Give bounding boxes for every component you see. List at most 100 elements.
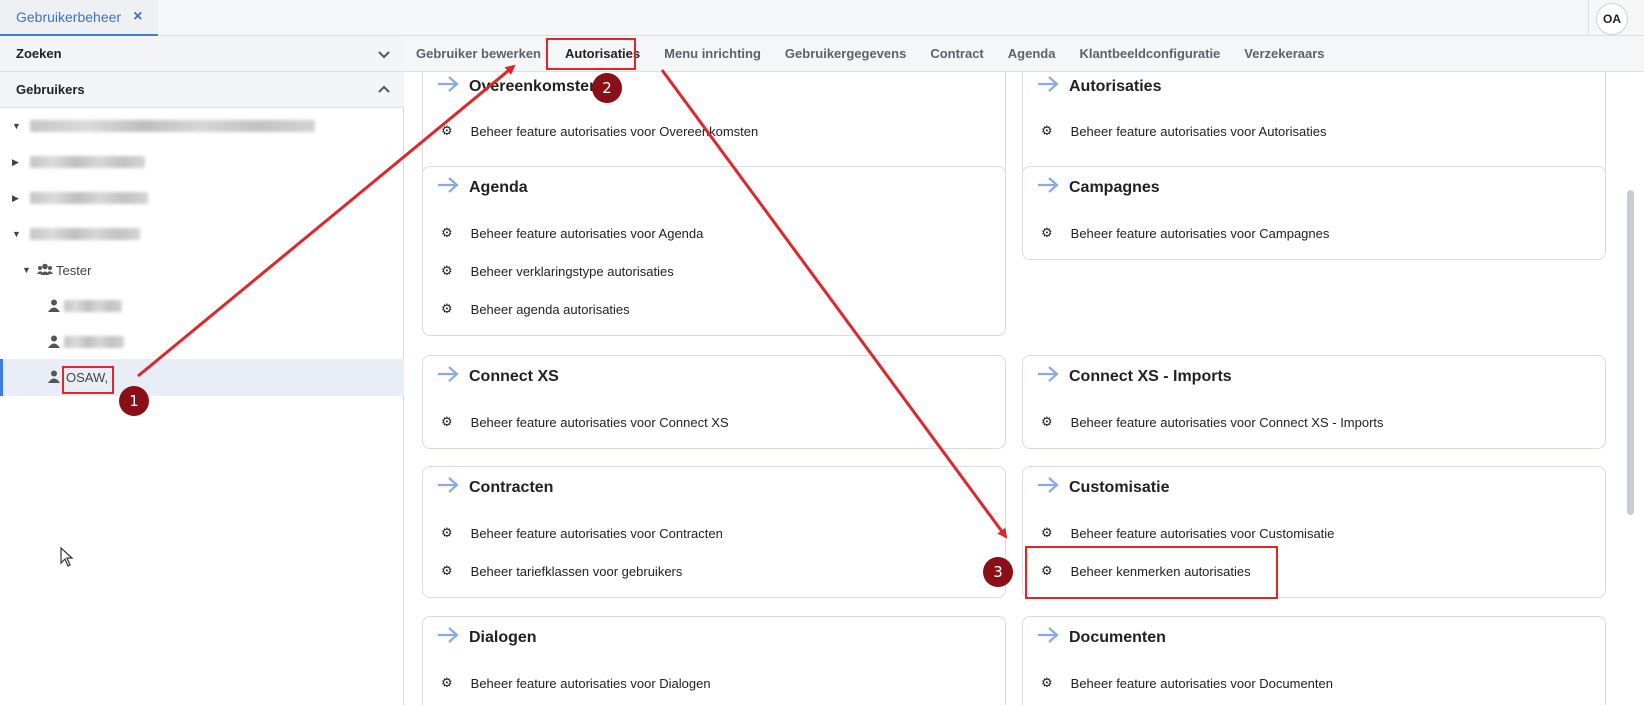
card-item[interactable]: ⚙ Beheer agenda autorisaties xyxy=(441,301,630,317)
arrow-right-icon xyxy=(1037,477,1059,498)
tab-contract[interactable]: Contract xyxy=(918,36,995,72)
users-section-title: Gebruikers xyxy=(16,82,85,97)
content-scrollbar-thumb[interactable] xyxy=(1627,190,1634,515)
card-item-label: Beheer feature autorisaties voor Documen… xyxy=(1070,675,1333,691)
top-tab-bar: Gebruikerbeheer × OA xyxy=(0,0,1644,36)
step-badge-2: 2 xyxy=(592,73,622,103)
caret-right-icon[interactable]: ▶ xyxy=(12,193,19,204)
gear-icon: ⚙ xyxy=(441,225,453,240)
caret-down-icon[interactable]: ▼ xyxy=(12,121,21,131)
user-icon xyxy=(48,370,60,386)
card-title-text: Overeenkomsten xyxy=(469,77,599,95)
card-item[interactable]: ⚙ Beheer feature autorisaties voor Contr… xyxy=(441,525,723,541)
gear-icon: ⚙ xyxy=(441,263,453,278)
card-documenten: Documenten ⚙ Beheer feature autorisaties… xyxy=(1022,616,1606,705)
card-item[interactable]: ⚙ Beheer feature autorisaties voor Conne… xyxy=(1041,414,1384,430)
divider xyxy=(1588,0,1589,36)
card-item[interactable]: ⚙ Beheer verklaringstype autorisaties xyxy=(441,263,674,279)
tree-node-department[interactable]: ▶ xyxy=(0,144,404,180)
gear-icon: ⚙ xyxy=(1041,414,1053,429)
redacted-organisation-name xyxy=(30,120,315,132)
chevron-up-icon[interactable] xyxy=(374,80,394,100)
search-section-header[interactable]: Zoeken xyxy=(0,36,404,72)
card-title: Campagnes xyxy=(1037,177,1160,198)
caret-down-icon[interactable]: ▼ xyxy=(22,265,31,275)
card-title: Connect XS xyxy=(437,366,559,387)
tab-menu-inrichting[interactable]: Menu inrichting xyxy=(652,36,773,72)
tab-gebruiker-bewerken[interactable]: Gebruiker bewerken xyxy=(404,36,553,72)
users-section-header[interactable]: Gebruikers xyxy=(0,72,404,108)
search-section-title: Zoeken xyxy=(16,46,62,61)
avatar[interactable]: OA xyxy=(1596,3,1628,35)
arrow-right-icon xyxy=(437,627,459,648)
card-item[interactable]: ⚙ Beheer feature autorisaties voor Docum… xyxy=(1041,675,1333,691)
gear-icon: ⚙ xyxy=(441,414,453,429)
redacted-user-name xyxy=(64,336,124,348)
arrow-right-icon xyxy=(1037,366,1059,387)
card-item[interactable]: ⚙ Beheer feature autorisaties voor Dialo… xyxy=(441,675,711,691)
card-item-label: Beheer feature autorisaties voor Connect… xyxy=(470,414,729,430)
annotation-box-autorisaties-tab xyxy=(546,38,636,70)
close-icon[interactable]: × xyxy=(133,8,142,26)
arrow-right-icon xyxy=(1037,76,1059,97)
card-title-text: Customisatie xyxy=(1069,478,1170,496)
tree-node-user[interactable] xyxy=(0,324,404,360)
card-title: Agenda xyxy=(437,177,528,198)
card-title-text: Contracten xyxy=(469,478,554,496)
gear-icon: ⚙ xyxy=(441,563,453,578)
redacted-department-name xyxy=(30,156,145,168)
tab-klantbeeldconfiguratie[interactable]: Klantbeeldconfiguratie xyxy=(1067,36,1232,72)
tree-node-department[interactable]: ▶ xyxy=(0,180,404,216)
card-item[interactable]: ⚙ Beheer feature autorisaties voor Overe… xyxy=(441,123,758,139)
card-title-text: Campagnes xyxy=(1069,178,1160,196)
card-item[interactable]: ⚙ Beheer feature autorisaties voor Conne… xyxy=(441,414,729,430)
group-label: Tester xyxy=(56,262,92,278)
card-campagnes: Campagnes ⚙ Beheer feature autorisaties … xyxy=(1022,166,1606,260)
card-title-text: Connect XS xyxy=(469,367,559,385)
annotation-box-kenmerken-autorisaties xyxy=(1025,546,1278,599)
arrow-right-icon xyxy=(437,76,459,97)
caret-down-icon[interactable]: ▼ xyxy=(12,229,21,239)
redacted-user-name xyxy=(64,300,122,312)
card-item[interactable]: ⚙ Beheer feature autorisaties voor Autor… xyxy=(1041,123,1326,139)
redacted-department-name xyxy=(30,192,148,204)
caret-right-icon[interactable]: ▶ xyxy=(12,157,19,168)
annotation-box-selected-user xyxy=(62,366,114,394)
tab-verzekeraars[interactable]: Verzekeraars xyxy=(1232,36,1336,72)
gear-icon: ⚙ xyxy=(441,675,453,690)
user-icon xyxy=(48,335,60,351)
card-item-label: Beheer feature autorisaties voor Contrac… xyxy=(470,525,723,541)
card-item-label: Beheer feature autorisaties voor Connect… xyxy=(1070,414,1384,430)
tree-node-department[interactable]: ▼ xyxy=(0,216,404,252)
card-item-label: Beheer agenda autorisaties xyxy=(470,301,630,317)
tree-node-user[interactable] xyxy=(0,288,404,324)
app-tab-gebruikerbeheer[interactable]: Gebruikerbeheer × xyxy=(0,0,159,36)
step-badge-1: 1 xyxy=(119,386,149,416)
gear-icon: ⚙ xyxy=(1041,675,1053,690)
card-item-label: Beheer feature autorisaties voor Autoris… xyxy=(1070,123,1327,139)
card-item-label: Beheer feature autorisaties voor Campagn… xyxy=(1070,225,1330,241)
card-item[interactable]: ⚙ Beheer feature autorisaties voor Agend… xyxy=(441,225,703,241)
card-item[interactable]: ⚙ Beheer tariefklassen voor gebruikers xyxy=(441,563,682,579)
tree-node-organisation[interactable]: ▼ xyxy=(0,108,404,144)
gear-icon: ⚙ xyxy=(441,525,453,540)
tree-node-group-tester[interactable]: ▼ Tester xyxy=(0,252,404,288)
arrow-right-icon xyxy=(1037,627,1059,648)
card-title-text: Documenten xyxy=(1069,628,1166,646)
step-badge-3: 3 xyxy=(983,557,1013,587)
card-item[interactable]: ⚙ Beheer feature autorisaties voor Custo… xyxy=(1041,525,1334,541)
left-panel: Zoeken Gebruikers ▼ ▶ ▶ ▼ ▼ Tester OSAW, xyxy=(0,36,404,705)
card-title: Connect XS - Imports xyxy=(1037,366,1232,387)
app-tab-label: Gebruikerbeheer xyxy=(16,9,122,25)
card-title: Contracten xyxy=(437,477,553,498)
card-title: Overeenkomsten xyxy=(437,76,599,97)
tree-node-user-selected[interactable]: OSAW, xyxy=(0,359,404,396)
card-title: Dialogen xyxy=(437,627,537,648)
users-icon xyxy=(37,263,53,279)
card-item[interactable]: ⚙ Beheer feature autorisaties voor Campa… xyxy=(1041,225,1329,241)
authorisation-cards-area: Overeenkomsten ⚙ Beheer feature autorisa… xyxy=(404,72,1624,705)
tab-agenda[interactable]: Agenda xyxy=(996,36,1068,72)
tab-gebruikergegevens[interactable]: Gebruikergegevens xyxy=(773,36,918,72)
chevron-down-icon[interactable] xyxy=(374,44,394,64)
redacted-department-name xyxy=(30,228,140,240)
